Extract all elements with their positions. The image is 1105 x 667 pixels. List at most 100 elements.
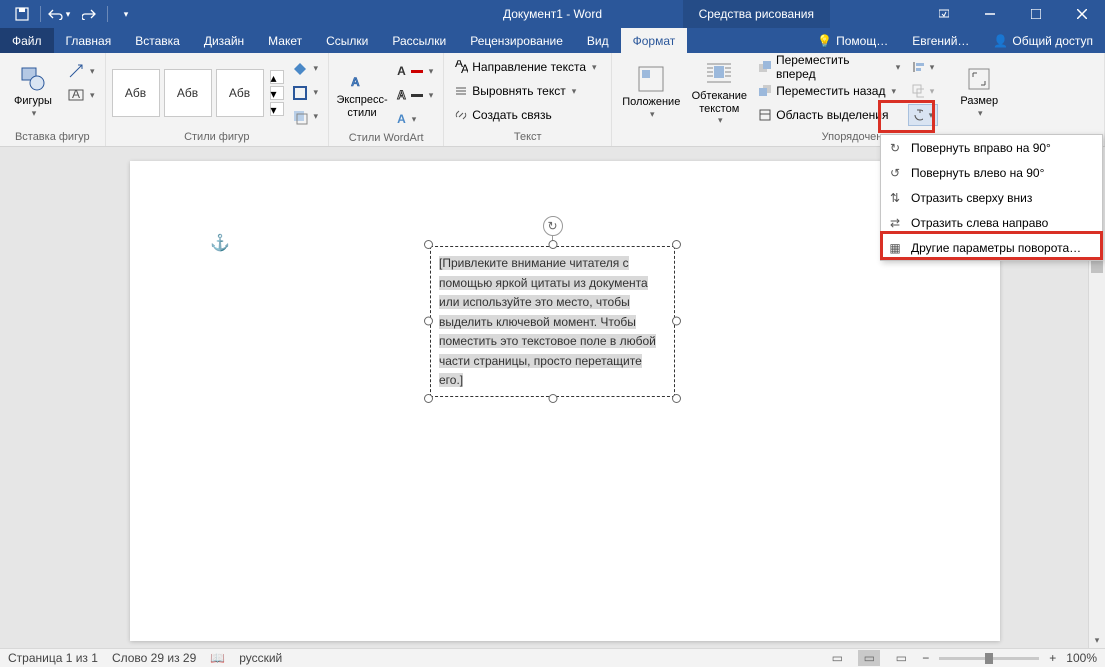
more-options-icon: ▦ <box>887 240 903 256</box>
zoom-in-button[interactable]: + <box>1049 651 1056 665</box>
titlebar: ▾ ▾ Документ1 - Word Средства рисования <box>0 0 1105 28</box>
tell-me-label: Помощ… <box>836 34 888 48</box>
textbox[interactable]: [Привлеките внимание читателя с помощью … <box>430 246 675 397</box>
shape-outline-icon[interactable]: ▾ <box>288 82 323 104</box>
size-button[interactable]: Размер▾ <box>954 56 1004 128</box>
text-effects-icon[interactable]: A▾ <box>393 108 437 130</box>
close-button[interactable] <box>1059 0 1105 28</box>
tab-review[interactable]: Рецензирование <box>458 28 575 53</box>
proofing-icon[interactable]: 📖 <box>210 651 225 665</box>
rotate-left-icon: ↺ <box>887 165 903 181</box>
rotate-button[interactable]: ▾ <box>908 104 938 126</box>
rotate-left-90[interactable]: ↺ Повернуть влево на 90° <box>881 160 1102 185</box>
status-bar: Страница 1 из 1 Слово 29 из 29 📖 русский… <box>0 648 1105 667</box>
shape-style-3[interactable]: Абв <box>216 69 264 117</box>
edit-shape-icon[interactable]: ▾ <box>64 60 99 82</box>
bring-forward-label: Переместить вперед <box>776 53 890 81</box>
selection-pane-button[interactable]: Область выделения <box>754 104 904 126</box>
textbox-content: [Привлеките внимание читателя с помощью … <box>439 256 656 387</box>
tell-me[interactable]: 💡 Помощ… <box>805 34 900 48</box>
zoom-slider[interactable] <box>939 657 1039 660</box>
position-label: Положение <box>622 96 680 109</box>
anchor-icon: ⚓ <box>210 233 230 253</box>
svg-text:A: A <box>351 75 360 89</box>
text-direction-button[interactable]: AAНаправление текста▾ <box>450 56 605 78</box>
styles-up[interactable]: ▴ <box>270 70 284 84</box>
tab-references[interactable]: Ссылки <box>314 28 380 53</box>
quick-styles-label: Экспресс- стили <box>336 94 387 119</box>
tab-file[interactable]: Файл <box>0 28 54 53</box>
scroll-down-icon[interactable]: ▾ <box>1089 632 1105 648</box>
send-backward-button[interactable]: Переместить назад▾ <box>754 80 904 102</box>
redo-button[interactable] <box>77 2 101 26</box>
language-indicator[interactable]: русский <box>239 651 282 665</box>
shape-effects-icon[interactable]: ▾ <box>288 106 323 128</box>
share-button[interactable]: 👤 Общий доступ <box>981 34 1105 48</box>
align-button[interactable]: ▾ <box>908 56 938 78</box>
group-button[interactable]: ▾ <box>908 80 938 102</box>
flip-v-label: Отразить сверху вниз <box>911 191 1032 205</box>
group-shape-styles: Абв Абв Абв ▴▾▾ ▾ ▾ ▾ Стили фигур <box>106 53 330 146</box>
zoom-level[interactable]: 100% <box>1066 651 1097 665</box>
undo-button[interactable]: ▾ <box>47 2 71 26</box>
quick-access-toolbar: ▾ ▾ <box>0 0 138 28</box>
quick-styles-button[interactable]: A Экспресс- стили <box>335 56 389 128</box>
text-outline-icon[interactable]: A▾ <box>393 84 437 106</box>
bring-forward-button[interactable]: Переместить вперед▾ <box>754 56 904 78</box>
textbox-icon[interactable]: A▾ <box>64 84 99 106</box>
user-name[interactable]: Евгений… <box>900 34 981 48</box>
shape-fill-icon[interactable]: ▾ <box>288 58 323 80</box>
zoom-out-button[interactable]: − <box>922 651 929 665</box>
align-text-button[interactable]: Выровнять текст▾ <box>450 80 605 102</box>
rotate-right-90[interactable]: ↻Повернуть вправо на 90° <box>881 135 1102 160</box>
rotate-left-label: Повернуть влево на 90° <box>911 166 1044 180</box>
create-link-button[interactable]: Создать связь <box>450 104 605 126</box>
rotation-handle-icon[interactable]: ↻ <box>543 216 563 236</box>
group-label-insert-shapes: Вставка фигур <box>6 129 99 146</box>
tab-home[interactable]: Главная <box>54 28 124 53</box>
save-icon[interactable] <box>10 2 34 26</box>
styles-more[interactable]: ▾ <box>270 102 284 116</box>
minimize-button[interactable] <box>967 0 1013 28</box>
shapes-button[interactable]: Фигуры ▾ <box>6 56 60 128</box>
text-fill-icon[interactable]: A▾ <box>393 60 437 82</box>
ribbon-options-icon[interactable] <box>921 0 967 28</box>
tab-design[interactable]: Дизайн <box>192 28 256 53</box>
send-backward-label: Переместить назад <box>776 84 885 98</box>
word-count[interactable]: Слово 29 из 29 <box>112 651 196 665</box>
group-wordart: A Экспресс- стили A▾ A▾ A▾ Стили WordArt <box>329 53 444 146</box>
wrap-text-button[interactable]: Обтекание текстом▾ <box>688 56 750 128</box>
more-rotation-options[interactable]: ▦ Другие параметры поворота… <box>881 235 1102 260</box>
position-button[interactable]: Положение▾ <box>618 56 684 128</box>
wrap-label: Обтекание текстом <box>692 90 747 115</box>
page-indicator[interactable]: Страница 1 из 1 <box>8 651 98 665</box>
shape-style-2[interactable]: Абв <box>164 69 212 117</box>
read-mode-icon[interactable]: ▭ <box>826 650 848 666</box>
shape-style-1[interactable]: Абв <box>112 69 160 117</box>
print-layout-icon[interactable]: ▭ <box>858 650 880 666</box>
tab-mailings[interactable]: Рассылки <box>380 28 458 53</box>
share-label: Общий доступ <box>1012 34 1093 48</box>
flip-vertical[interactable]: ⇅Отразить сверху вниз <box>881 185 1102 210</box>
tab-view[interactable]: Вид <box>575 28 621 53</box>
svg-text:A: A <box>72 87 80 101</box>
size-label: Размер <box>960 95 998 108</box>
tab-insert[interactable]: Вставка <box>123 28 192 53</box>
group-text: AAНаправление текста▾ Выровнять текст▾ С… <box>444 53 612 146</box>
group-insert-shapes: Фигуры ▾ ▾ A▾ Вставка фигур <box>0 53 106 146</box>
qat-customize-icon[interactable]: ▾ <box>114 2 138 26</box>
group-arrange: Положение▾ Обтекание текстом▾ Переместит… <box>612 53 1105 146</box>
flip-h-icon: ⇄ <box>887 215 903 231</box>
textbox-selection[interactable]: ↻ [Привлеките внимание читателя с помощь… <box>430 246 675 397</box>
page[interactable]: ⚓ ↻ [Привлеките внимание читателя с помо… <box>130 161 1000 641</box>
flip-horizontal[interactable]: ⇄Отразить слева направо <box>881 210 1102 235</box>
more-rotation-label: Другие параметры поворота… <box>911 241 1081 255</box>
rotate-right-label: Повернуть вправо на 90° <box>911 141 1051 155</box>
create-link-label: Создать связь <box>472 108 551 122</box>
web-layout-icon[interactable]: ▭ <box>890 650 912 666</box>
maximize-button[interactable] <box>1013 0 1059 28</box>
window-title: Документ1 - Word <box>503 7 602 21</box>
tab-layout[interactable]: Макет <box>256 28 314 53</box>
tab-format[interactable]: Формат <box>621 28 688 53</box>
styles-down[interactable]: ▾ <box>270 86 284 100</box>
